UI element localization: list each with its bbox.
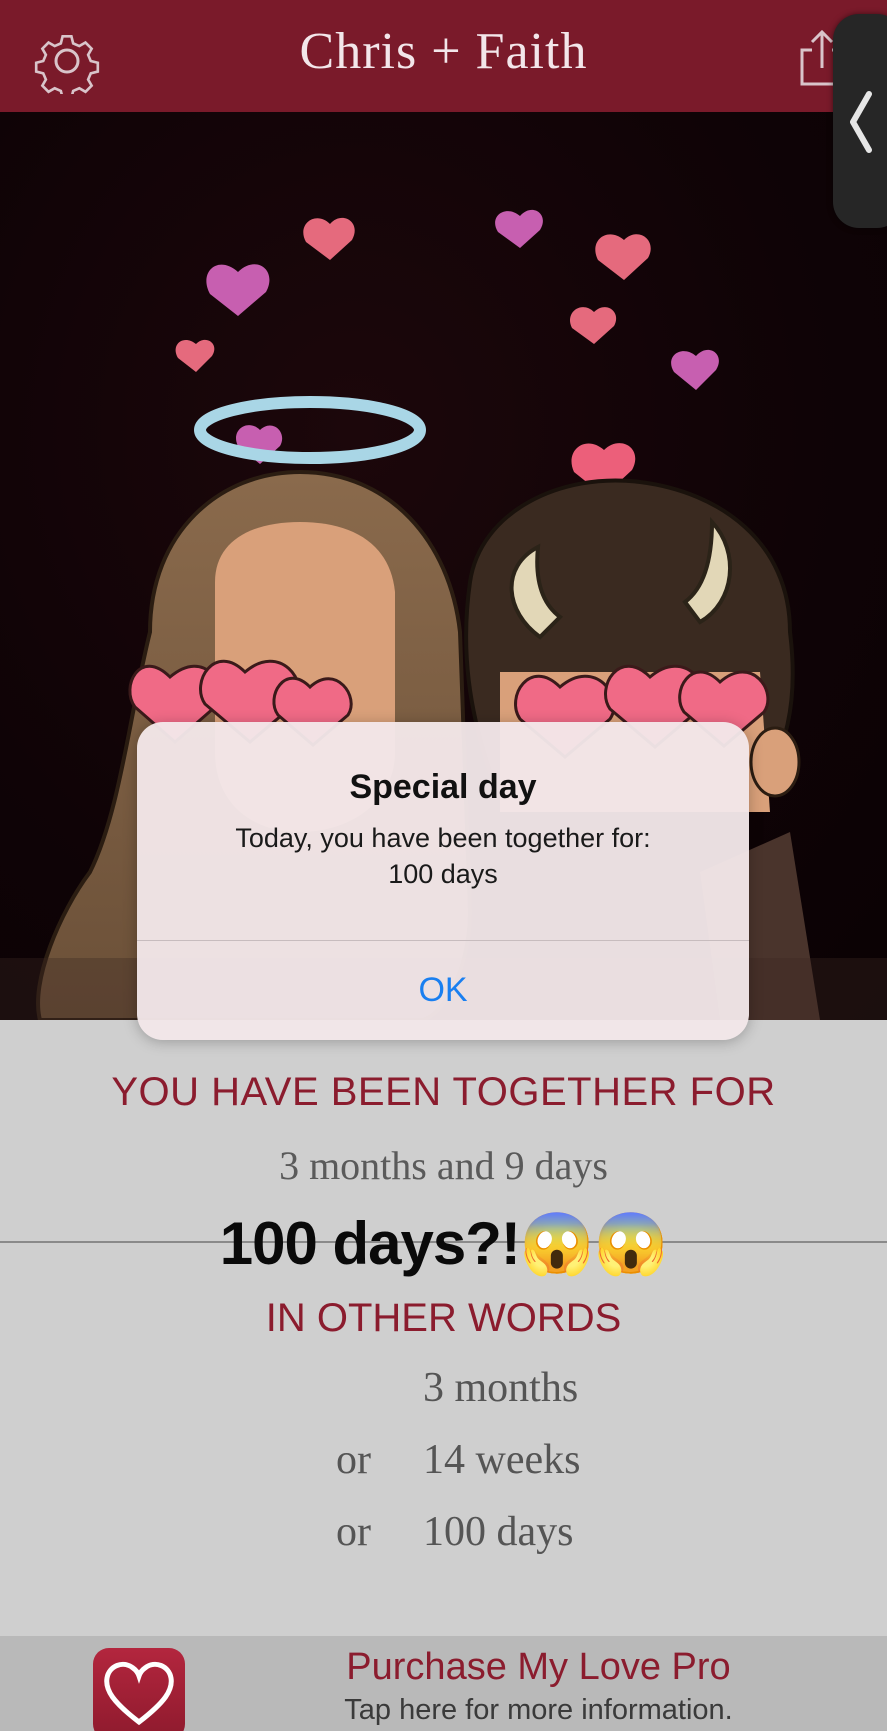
equivalent-row: or 100 days xyxy=(0,1508,887,1564)
stats-section: YOU HAVE BEEN TOGETHER FOR 3 months and … xyxy=(0,1020,887,1636)
purchase-pro-banner[interactable]: Purchase My Love Pro Tap here for more i… xyxy=(0,1636,887,1731)
special-day-alert: Special day Today, you have been togethe… xyxy=(137,722,749,1040)
promo-subtitle: Tap here for more information. xyxy=(344,1694,733,1726)
equivalent-prefix: or xyxy=(336,1437,371,1483)
side-panel-tab[interactable] xyxy=(833,14,887,228)
equivalent-value: 100 days xyxy=(423,1509,574,1555)
together-heading: YOU HAVE BEEN TOGETHER FOR xyxy=(111,1070,776,1114)
equivalent-value: 14 weeks xyxy=(423,1437,581,1483)
equivalent-row: 3 months xyxy=(0,1364,887,1420)
halo xyxy=(194,396,426,464)
app-icon xyxy=(93,1648,185,1731)
ok-button[interactable]: OK xyxy=(137,941,749,1040)
header-bar: Chris + Faith xyxy=(0,0,887,112)
heart-icon xyxy=(104,1661,174,1726)
equivalent-value: 3 months xyxy=(423,1365,579,1411)
alert-message: Today, you have been together for: 100 d… xyxy=(235,823,651,889)
page-title: Chris + Faith xyxy=(299,23,588,80)
equivalent-prefix: or xyxy=(336,1509,371,1555)
caption-text: 100 days?!😱😱 xyxy=(219,1210,669,1277)
alert-title: Special day xyxy=(349,768,537,806)
other-words-heading: IN OTHER WORDS xyxy=(265,1296,622,1340)
equivalent-row: or 14 weeks xyxy=(0,1436,887,1492)
duration-text: 3 months and 9 days xyxy=(279,1143,608,1188)
chevron-left-icon xyxy=(850,91,872,153)
app-screen: Chris + Faith YOU HAVE BEEN TOGETHER FOR… xyxy=(0,0,887,1731)
promo-title: Purchase My Love Pro xyxy=(346,1646,731,1688)
